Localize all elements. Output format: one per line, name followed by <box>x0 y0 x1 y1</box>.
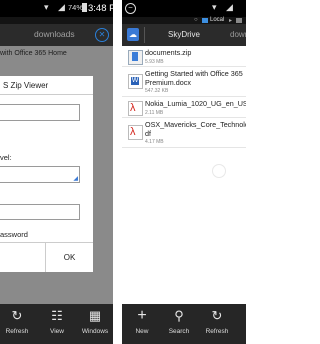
view-icon: ☷ <box>51 308 63 323</box>
storage-card-icon <box>236 18 242 23</box>
refresh-icon: ↻ <box>11 308 23 323</box>
windows-icon: ▦ <box>88 308 102 323</box>
password-field[interactable] <box>0 204 80 220</box>
nav-windows-label: Windows <box>81 328 109 335</box>
right-phone-screen: − ▾ ◢ ○ Local ▸ ☁ SkyDrive downl documen… <box>122 0 246 344</box>
file-row[interactable]: λ OSX_Mavericks_Core_Technolo df 4.17 MB <box>122 118 246 148</box>
local-label: Local <box>210 17 225 23</box>
ok-button-label: OK <box>63 253 76 262</box>
status-bar: − ▾ ◢ <box>122 0 246 17</box>
refresh-icon: ↻ <box>211 308 223 323</box>
wifi-icon: ▾ <box>212 2 217 12</box>
nav-search-label: Search <box>168 328 190 335</box>
status-bar: ▾ ◢ 74% 3:48 PM <box>0 0 113 17</box>
title-bar <box>0 17 113 24</box>
status-time: 3:48 PM <box>88 3 113 14</box>
nav-new[interactable]: + New <box>127 304 157 344</box>
file-row[interactable]: W Getting Started with Office 365 Premiu… <box>122 67 246 97</box>
left-phone-screen: ▾ ◢ 74% 3:48 PM downloads ✕ with Office … <box>0 0 113 344</box>
file-name-line2: df <box>145 129 151 138</box>
nav-windows[interactable]: ▦ Windows <box>80 304 110 344</box>
file-size: 2.11 MB <box>145 110 164 116</box>
folder-title: downloads <box>34 29 75 39</box>
title-bar: ○ Local ▸ <box>122 17 246 24</box>
docx-icon: W <box>128 74 143 89</box>
password-label: assword <box>0 230 28 239</box>
nav-view-label: View <box>50 328 64 335</box>
toolbar: downloads ✕ <box>0 24 113 46</box>
local-arrow-icon: ▸ <box>229 18 233 24</box>
filename-field[interactable] <box>0 104 80 121</box>
signal-icon: ◢ <box>226 2 233 12</box>
toolbar: ☁ SkyDrive downl <box>122 24 246 46</box>
zip-icon <box>128 50 143 65</box>
local-storage-icon <box>202 18 208 23</box>
settings-circle-icon: − <box>125 3 136 14</box>
bottom-nav: ↻ Refresh ☷ View ▦ Windows <box>0 304 113 344</box>
zip-viewer-dialog: S Zip Viewer vel: ◢ assword OK <box>0 76 93 272</box>
ok-button[interactable]: OK <box>46 243 93 272</box>
location-marker-icon: ○ <box>194 17 198 23</box>
plus-icon: + <box>137 307 147 324</box>
bottom-nav: + New ⚲ Search ↻ Refresh <box>122 304 246 344</box>
background-file-name: with Office 365 Home <box>0 50 67 57</box>
tab-downloads[interactable]: downl <box>230 30 246 39</box>
tab-skydrive[interactable]: SkyDrive <box>168 30 200 39</box>
file-size: 4.17 MB <box>145 139 164 145</box>
nav-new-label: New <box>135 328 149 335</box>
file-name-line2: Premium.docx <box>145 78 191 87</box>
file-name-line1: OSX_Mavericks_Core_Technolo <box>145 120 246 129</box>
file-name: Nokia_Lumia_1020_UG_en_US <box>145 99 246 108</box>
file-list: documents.zip 5.93 MB W Getting Started … <box>122 46 246 304</box>
search-icon: ⚲ <box>174 308 184 323</box>
file-size: 547.32 KB <box>145 88 169 94</box>
wifi-icon: ▾ <box>44 2 49 12</box>
file-row[interactable]: documents.zip 5.93 MB <box>122 46 246 67</box>
pdf-icon: λ <box>128 125 143 140</box>
signal-icon: ◢ <box>58 2 65 12</box>
tab-separator <box>144 27 145 43</box>
file-row[interactable]: λ Nokia_Lumia_1020_UG_en_US 2.11 MB <box>122 97 246 118</box>
nav-view[interactable]: ☷ View <box>42 304 72 344</box>
skydrive-cloud-icon[interactable]: ☁ <box>127 28 139 41</box>
close-icon[interactable]: ✕ <box>95 28 109 42</box>
battery-percent: 74% <box>68 3 84 12</box>
nav-search[interactable]: ⚲ Search <box>164 304 194 344</box>
nav-refresh-label: Refresh <box>5 328 29 335</box>
file-size: 5.93 MB <box>145 59 164 65</box>
nav-refresh[interactable]: ↻ Refresh <box>2 304 32 344</box>
compression-level-select[interactable]: ◢ <box>0 166 80 183</box>
battery-icon <box>82 3 87 12</box>
file-name: documents.zip <box>145 48 192 57</box>
pdf-icon: λ <box>128 101 143 116</box>
nav-refresh[interactable]: ↻ Refresh <box>202 304 232 344</box>
loading-spinner-icon <box>212 164 226 178</box>
level-label: vel: <box>0 153 12 162</box>
cancel-button[interactable] <box>0 243 45 272</box>
dropdown-corner-icon: ◢ <box>73 176 78 182</box>
dialog-title-divider <box>0 94 93 95</box>
dialog-title: S Zip Viewer <box>3 81 49 90</box>
nav-refresh-label: Refresh <box>205 328 229 335</box>
